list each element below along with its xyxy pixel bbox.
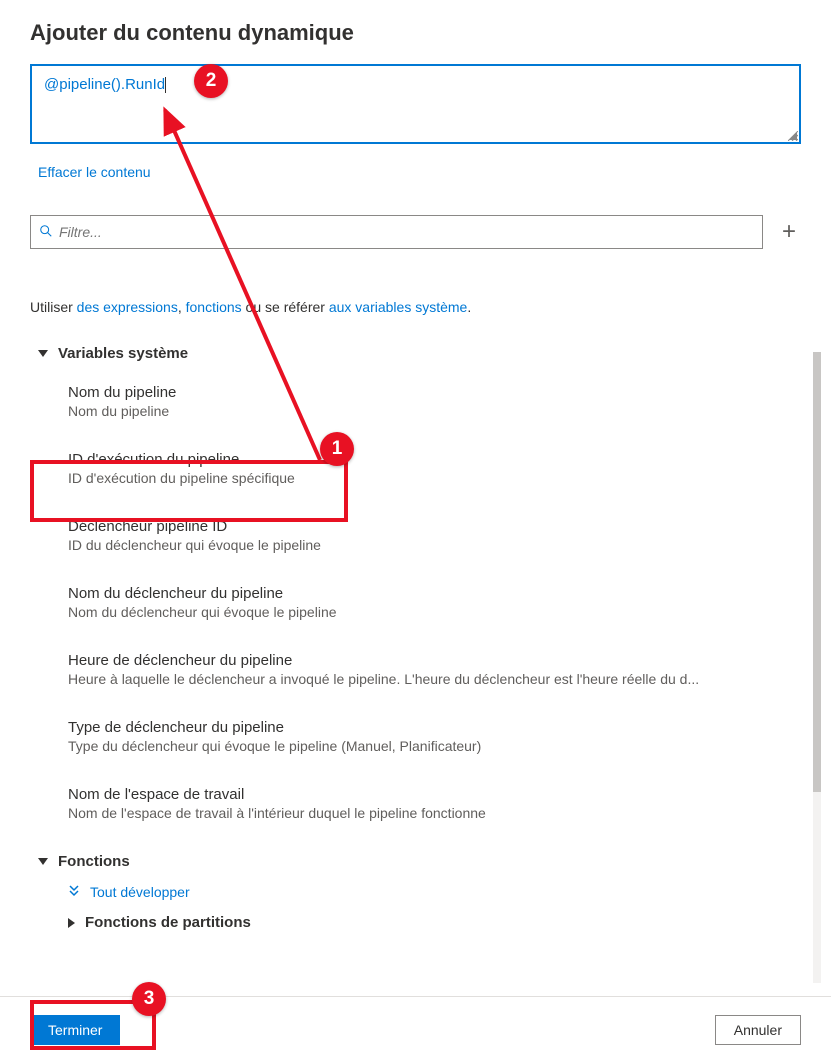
item-trigger-time[interactable]: Heure de déclencheur du pipeline Heure à… xyxy=(30,644,791,695)
finish-button[interactable]: Terminer xyxy=(30,1015,120,1045)
item-desc: Heure à laquelle le déclencheur a invoqu… xyxy=(68,671,791,687)
expression-text: @pipeline().RunId xyxy=(44,76,165,93)
footer: Terminer Annuler xyxy=(0,996,831,1063)
item-trigger-type[interactable]: Type de déclencheur du pipeline Type du … xyxy=(30,711,791,762)
clear-content-link[interactable]: Effacer le contenu xyxy=(38,164,151,180)
item-title: Heure de déclencheur du pipeline xyxy=(68,652,791,669)
help-suffix: . xyxy=(467,299,471,315)
system-vars-link[interactable]: aux variables système xyxy=(329,299,468,315)
add-button[interactable]: + xyxy=(777,218,801,246)
content-area: @pipeline().RunId Effacer le contenu + U… xyxy=(0,64,831,931)
help-sep: , xyxy=(178,299,186,315)
cancel-button[interactable]: Annuler xyxy=(715,1015,801,1045)
item-pipeline-name[interactable]: Nom du pipeline Nom du pipeline xyxy=(30,376,791,427)
double-chevron-down-icon xyxy=(68,885,80,900)
item-title: Nom du déclencheur du pipeline xyxy=(68,585,791,602)
panel-title: Ajouter du contenu dynamique xyxy=(30,20,801,46)
filter-input[interactable] xyxy=(59,224,754,240)
item-desc: Nom du pipeline xyxy=(68,403,791,419)
callout-1: 1 xyxy=(320,432,354,466)
item-title: Nom du pipeline xyxy=(68,384,791,401)
search-icon xyxy=(39,224,53,241)
tree-scroll-area: Variables système Nom du pipeline Nom du… xyxy=(30,345,801,931)
expand-all-link[interactable]: Tout développer xyxy=(30,884,791,900)
item-pipeline-run-id[interactable]: ID d'exécution du pipeline ID d'exécutio… xyxy=(30,443,791,494)
chevron-down-icon xyxy=(38,350,48,357)
item-workspace-name[interactable]: Nom de l'espace de travail Nom de l'espa… xyxy=(30,778,791,829)
help-text: Utiliser des expressions, fonctions ou s… xyxy=(30,299,801,315)
section-label: Fonctions xyxy=(58,853,130,870)
help-mid: ou se référer xyxy=(242,299,329,315)
expand-all-label: Tout développer xyxy=(90,884,190,900)
item-desc: Type du déclencheur qui évoque le pipeli… xyxy=(68,738,791,754)
item-desc: Nom de l'espace de travail à l'intérieur… xyxy=(68,805,791,821)
filter-row: + xyxy=(30,215,801,249)
chevron-down-icon xyxy=(38,858,48,865)
functions-link[interactable]: fonctions xyxy=(186,299,242,315)
item-title: Déclencheur pipeline ID xyxy=(68,518,791,535)
resize-handle-icon xyxy=(788,131,798,141)
panel-header: Ajouter du contenu dynamique xyxy=(0,0,831,64)
help-prefix: Utiliser xyxy=(30,299,77,315)
item-desc: Nom du déclencheur qui évoque le pipelin… xyxy=(68,604,791,620)
item-trigger-id[interactable]: Déclencheur pipeline ID ID du déclencheu… xyxy=(30,510,791,561)
expression-editor[interactable]: @pipeline().RunId xyxy=(30,64,801,144)
chevron-right-icon xyxy=(68,918,75,928)
item-title: Nom de l'espace de travail xyxy=(68,786,791,803)
scrollbar-thumb[interactable] xyxy=(813,352,821,792)
section-system-variables[interactable]: Variables système xyxy=(30,345,791,362)
expressions-link[interactable]: des expressions xyxy=(77,299,178,315)
sub-section-label: Fonctions de partitions xyxy=(85,914,251,931)
filter-input-wrap[interactable] xyxy=(30,215,763,249)
callout-3: 3 xyxy=(132,982,166,1016)
section-functions[interactable]: Fonctions xyxy=(30,853,791,870)
item-title: ID d'exécution du pipeline xyxy=(68,451,791,468)
item-title: Type de déclencheur du pipeline xyxy=(68,719,791,736)
sub-section-partition-functions[interactable]: Fonctions de partitions xyxy=(30,914,791,931)
item-trigger-name[interactable]: Nom du déclencheur du pipeline Nom du dé… xyxy=(30,577,791,628)
callout-2: 2 xyxy=(194,64,228,98)
item-desc: ID d'exécution du pipeline spécifique xyxy=(68,470,791,486)
section-label: Variables système xyxy=(58,345,188,362)
item-desc: ID du déclencheur qui évoque le pipeline xyxy=(68,537,791,553)
